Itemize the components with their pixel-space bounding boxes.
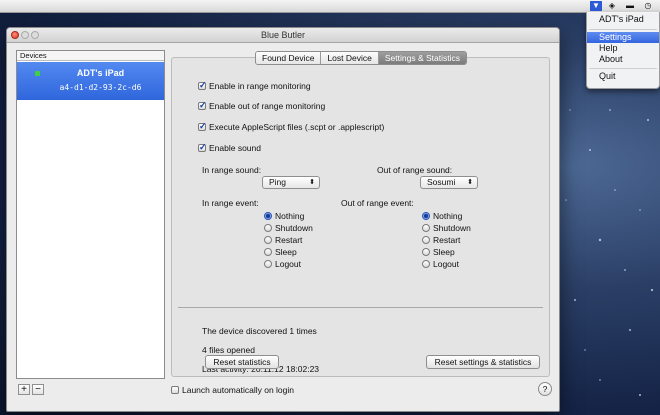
out-range-sound-select[interactable]: Sosumi ⬍ (420, 176, 478, 189)
radio-dot[interactable] (422, 212, 430, 220)
title-bar[interactable]: Blue Butler (7, 28, 559, 43)
settings-panel: Enable in range monitoring Enable out of… (171, 57, 550, 377)
chevron-updown-icon: ⬍ (467, 179, 473, 186)
checkbox-box[interactable] (198, 121, 207, 132)
menu-item-quit[interactable]: Quit (587, 71, 659, 82)
device-row[interactable]: ADT's iPad a4-d1-d2-93-2c-d6 (17, 62, 164, 100)
tab-lost-device[interactable]: Lost Device (321, 52, 379, 64)
checkbox-label: Execute AppleScript files (.scpt or .app… (209, 121, 385, 132)
help-button[interactable]: ? (538, 382, 552, 396)
enable-sound-checkbox[interactable]: Enable sound (198, 142, 261, 153)
chevron-updown-icon: ⬍ (309, 179, 315, 186)
radio-label: Shutdown (433, 223, 471, 233)
menu-device-label: ADT's iPad (599, 14, 644, 24)
section-divider (178, 307, 543, 308)
radio-dot[interactable] (422, 224, 430, 232)
status-menu: ADT's iPad Settings Help About Quit (586, 12, 660, 89)
tab-bar: Found Device Lost Device Settings & Stat… (255, 51, 467, 65)
radio-label: Logout (433, 259, 459, 269)
in-range-shutdown-radio[interactable]: Shutdown (264, 223, 313, 233)
radio-dot[interactable] (422, 248, 430, 256)
clock-icon[interactable]: ◷ (642, 1, 654, 11)
menu-separator (589, 29, 657, 30)
radio-dot[interactable] (422, 260, 430, 268)
out-range-logout-radio[interactable]: Logout (422, 259, 459, 269)
files-opened-text: 4 files opened (202, 345, 255, 355)
radio-dot[interactable] (264, 212, 272, 220)
checkbox-label: Launch automatically on login (182, 385, 294, 395)
menu-item-help[interactable]: Help (587, 43, 659, 54)
in-range-sleep-radio[interactable]: Sleep (264, 247, 297, 257)
checkbox-box[interactable] (171, 386, 179, 394)
menu-item-settings[interactable]: Settings (587, 32, 659, 43)
radio-label: Nothing (275, 211, 305, 221)
checkbox-box[interactable] (198, 142, 207, 153)
menu-separator (589, 68, 657, 69)
in-range-logout-radio[interactable]: Logout (264, 259, 301, 269)
radio-label: Sleep (275, 247, 297, 257)
radio-dot[interactable] (264, 236, 272, 244)
in-range-sound-value: Ping (269, 177, 287, 187)
display-icon[interactable]: ▬ (624, 1, 636, 11)
in-range-nothing-radio[interactable]: Nothing (264, 211, 304, 221)
remove-device-button[interactable]: − (32, 384, 44, 395)
out-range-sound-value: Sosumi (427, 177, 456, 187)
device-name: ADT's iPad (76, 68, 125, 78)
checkbox-box[interactable] (198, 80, 207, 91)
out-range-monitoring-checkbox[interactable]: Enable out of range monitoring (198, 100, 325, 111)
in-range-event-label: In range event: (202, 198, 259, 208)
radio-label: Restart (433, 235, 461, 245)
window-title: Blue Butler (260, 30, 306, 40)
tab-found-device[interactable]: Found Device (256, 52, 322, 64)
radio-dot[interactable] (422, 236, 430, 244)
out-range-event-label: Out of range event: (341, 198, 414, 208)
out-range-sleep-radio[interactable]: Sleep (422, 247, 455, 257)
radio-dot[interactable] (264, 248, 272, 256)
radio-dot[interactable] (264, 224, 272, 232)
devices-header: Devices (17, 51, 164, 61)
tab-settings-statistics[interactable]: Settings & Statistics (378, 52, 466, 64)
in-range-sound-label: In range sound: (202, 165, 262, 175)
in-range-sound-select[interactable]: Ping ⬍ (262, 176, 320, 189)
radio-label: Sleep (433, 247, 455, 257)
checkbox-box[interactable] (198, 100, 207, 111)
launch-on-login-checkbox[interactable]: Launch automatically on login (171, 385, 294, 395)
reset-statistics-button[interactable]: Reset statistics (205, 355, 279, 369)
checkbox-label: Enable in range monitoring (209, 80, 311, 91)
devices-list: Devices ADT's iPad a4-d1-d2-93-2c-d6 (16, 50, 165, 379)
radio-label: Nothing (433, 211, 463, 221)
reset-settings-statistics-button[interactable]: Reset settings & statistics (426, 355, 540, 369)
device-id: a4-d1-d2-93-2c-d6 (59, 83, 142, 92)
discovered-count-text: The device discovered 1 times (202, 326, 317, 336)
out-range-nothing-radio[interactable]: Nothing (422, 211, 462, 221)
radio-label: Logout (275, 259, 301, 269)
add-device-button[interactable]: + (18, 384, 30, 395)
sync-icon[interactable]: ◈ (606, 1, 618, 11)
out-range-restart-radio[interactable]: Restart (422, 235, 460, 245)
out-range-shutdown-radio[interactable]: Shutdown (422, 223, 471, 233)
out-range-sound-label: Out of range sound: (377, 165, 453, 175)
in-range-restart-radio[interactable]: Restart (264, 235, 302, 245)
radio-dot[interactable] (264, 260, 272, 268)
radio-label: Shutdown (275, 223, 313, 233)
app-window: Blue Butler Devices ADT's iPad a4-d1-d2-… (6, 27, 560, 412)
menu-item-about[interactable]: About (587, 54, 659, 65)
shield-app-icon[interactable]: ▼ (590, 1, 602, 11)
menu-bar: ▼ ◈ ▬ ◷ (0, 0, 660, 13)
execute-applescript-checkbox[interactable]: Execute AppleScript files (.scpt or .app… (198, 121, 384, 132)
checkbox-label: Enable sound (209, 142, 261, 153)
checkbox-label: Enable out of range monitoring (209, 100, 326, 111)
in-range-monitoring-checkbox[interactable]: Enable in range monitoring (198, 80, 311, 91)
radio-label: Restart (275, 235, 303, 245)
